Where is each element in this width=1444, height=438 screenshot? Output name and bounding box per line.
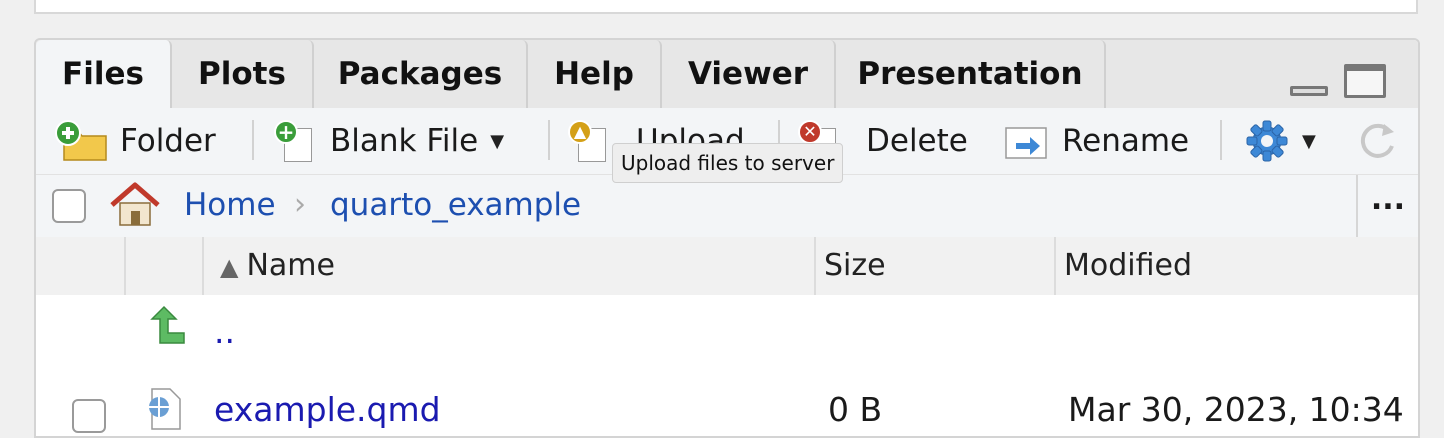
upload-icon: ▲	[568, 120, 608, 162]
new-file-icon: +	[274, 120, 314, 162]
delete-label: Delete	[866, 123, 968, 159]
new-folder-label: Folder	[120, 123, 216, 159]
quarto-file-icon	[144, 387, 184, 431]
parent-directory-icon[interactable]	[144, 303, 188, 347]
toolbar-divider	[1220, 120, 1222, 160]
home-icon[interactable]	[108, 181, 162, 229]
blank-file-button[interactable]: + Blank File ▼	[274, 108, 504, 174]
tab-packages[interactable]: Packages	[314, 40, 528, 108]
parent-directory-link[interactable]: ..	[214, 301, 235, 363]
refresh-icon	[1354, 118, 1400, 164]
file-list: .. example.qmd 0 B Mar 30, 2023, 10:34	[36, 295, 1418, 436]
row-checkbox[interactable]	[72, 399, 106, 433]
header-name[interactable]: ▲ Name	[204, 237, 816, 295]
file-name-link[interactable]: example.qmd	[214, 379, 441, 436]
tab-help[interactable]: Help	[528, 40, 662, 108]
breadcrumb-current-folder[interactable]: quarto_example	[330, 187, 581, 223]
minimize-pane-button[interactable]	[1290, 86, 1328, 96]
table-row: example.qmd 0 B Mar 30, 2023, 10:34	[36, 373, 1418, 435]
tab-presentation[interactable]: Presentation	[836, 40, 1106, 108]
header-modified[interactable]: Modified	[1056, 237, 1418, 295]
more-path-button[interactable]: ...	[1356, 175, 1418, 237]
rename-label: Rename	[1062, 123, 1190, 159]
new-folder-button[interactable]: Folder	[54, 108, 216, 174]
gear-icon	[1244, 118, 1290, 164]
tab-files[interactable]: Files	[36, 40, 172, 110]
tab-viewer[interactable]: Viewer	[662, 40, 836, 108]
files-pane: Files Plots Packages Help Viewer Present…	[34, 38, 1420, 438]
breadcrumb-bar: Home › quarto_example ...	[36, 175, 1418, 239]
file-table-header: ▲ Name Size Modified	[36, 237, 1418, 297]
window-controls	[1290, 62, 1390, 98]
table-row: ..	[36, 295, 1418, 357]
chevron-down-icon: ▼	[490, 130, 505, 152]
toolbar-divider	[548, 120, 550, 160]
blank-file-label: Blank File	[330, 123, 479, 159]
file-modified: Mar 30, 2023, 10:34	[1068, 390, 1404, 429]
tab-bar: Files Plots Packages Help Viewer Present…	[36, 40, 1418, 110]
header-size[interactable]: Size	[816, 237, 1056, 295]
header-icon-column	[126, 237, 204, 295]
more-actions-button[interactable]: ▼	[1244, 108, 1316, 174]
header-select-column	[36, 237, 126, 295]
file-size: 0 B	[828, 390, 883, 429]
breadcrumb-home-link[interactable]: Home	[184, 187, 276, 223]
maximize-pane-button[interactable]	[1344, 64, 1386, 98]
new-folder-icon	[54, 119, 110, 163]
rename-icon	[1002, 120, 1050, 162]
header-name-label: Name	[246, 248, 335, 283]
chevron-down-icon: ▼	[1302, 130, 1316, 152]
refresh-button[interactable]	[1354, 108, 1400, 174]
breadcrumb-separator: ›	[294, 187, 306, 222]
toolbar-divider	[252, 120, 254, 160]
upload-tooltip: Upload files to server	[612, 143, 844, 183]
select-all-checkbox[interactable]	[52, 189, 86, 223]
upper-pane	[34, 0, 1418, 14]
tab-plots[interactable]: Plots	[172, 40, 314, 108]
sort-ascending-icon: ▲	[220, 253, 239, 281]
rename-button[interactable]: Rename	[1002, 108, 1189, 174]
